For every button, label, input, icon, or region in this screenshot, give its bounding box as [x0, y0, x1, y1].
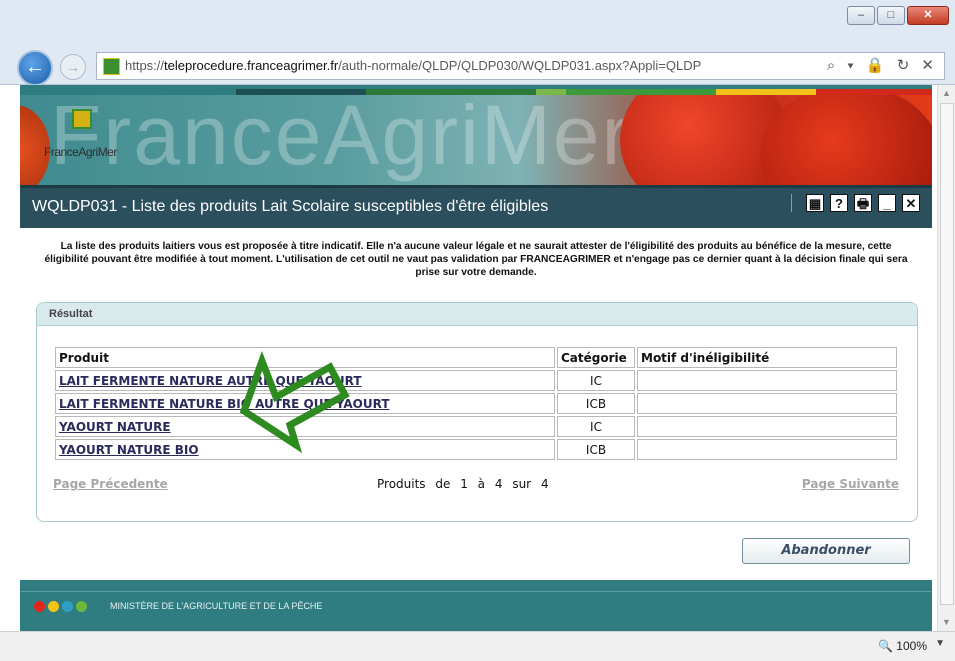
url-bar[interactable]: https://teleprocedure.franceagrimer.fr/a…	[96, 52, 945, 80]
vertical-scrollbar[interactable]: ▲ ▼	[937, 85, 955, 631]
window-titlebar: – □ ✕	[0, 0, 955, 47]
close-window-icon[interactable]: ✕	[907, 6, 949, 25]
status-bar: 🔍 100% ▼	[0, 631, 955, 661]
annotation-arrow-icon	[239, 351, 350, 454]
zoom-level[interactable]: 🔍 100%	[878, 639, 927, 653]
url-tools-icons[interactable]: ⌕ ▾ 🔒 ↻ ✕	[827, 56, 938, 74]
url-text[interactable]: https://teleprocedure.franceagrimer.fr/a…	[125, 58, 701, 73]
minimize-window-icon[interactable]: –	[847, 6, 875, 25]
address-toolbar: ← → https://teleprocedure.franceagrimer.…	[0, 46, 955, 86]
scroll-down-icon[interactable]: ▼	[938, 614, 955, 631]
scrollbar-thumb[interactable]	[940, 103, 954, 605]
zoom-dropdown-icon[interactable]: ▼	[935, 638, 945, 649]
maximize-window-icon[interactable]: □	[877, 6, 905, 25]
forward-arrow-icon[interactable]: →	[60, 54, 86, 80]
window-controls: – □ ✕	[847, 6, 949, 25]
page-viewport: FranceAgriMer FranceAgriMer WQLDP031 - L…	[0, 85, 955, 631]
site-favicon-icon	[103, 58, 120, 75]
scroll-up-icon[interactable]: ▲	[938, 85, 955, 102]
back-arrow-icon[interactable]: ←	[17, 50, 53, 86]
